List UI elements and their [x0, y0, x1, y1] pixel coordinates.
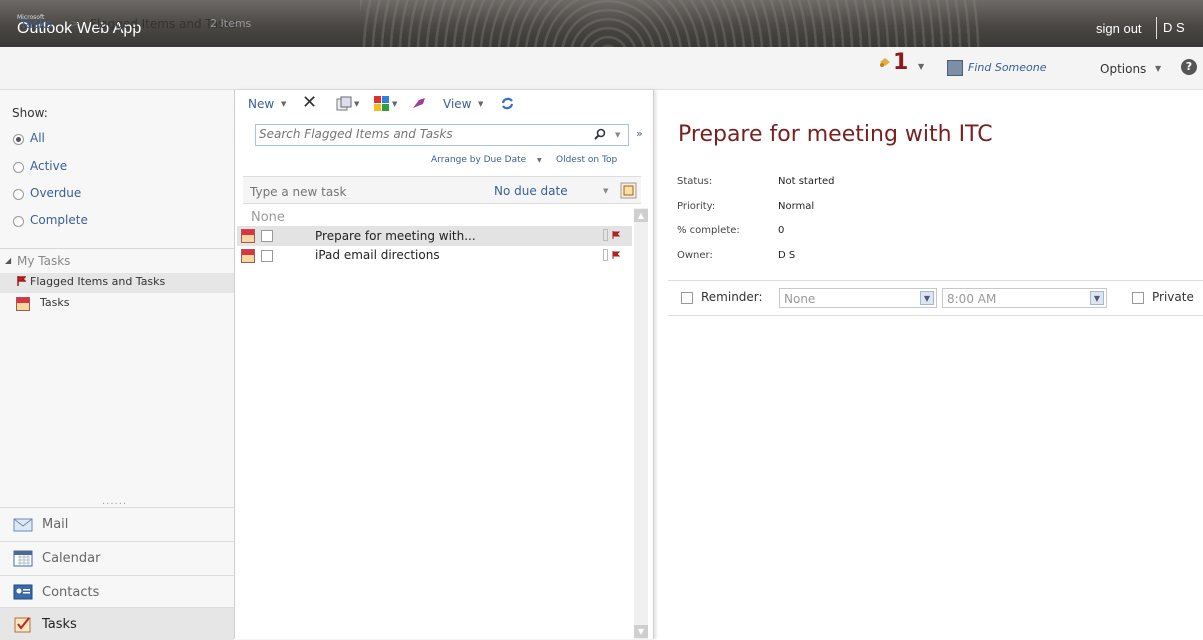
sign-out-link[interactable]: sign out	[1096, 21, 1142, 36]
move-dropdown-icon[interactable]: ▼	[354, 100, 359, 108]
task-title[interactable]: iPad email directions	[315, 248, 440, 262]
user-name[interactable]: D S	[1156, 17, 1185, 39]
owner-label: Owner:	[677, 250, 713, 261]
breadcrumb-separator: >	[70, 17, 80, 30]
resize-grip[interactable]: ......	[102, 496, 127, 507]
priority-value: Normal	[778, 201, 815, 212]
view-menu[interactable]: View	[443, 97, 471, 111]
reminder-date-select[interactable]: None	[779, 288, 937, 308]
percent-complete-value: 0	[778, 225, 785, 236]
nav-calendar-label: Calendar	[42, 551, 101, 566]
flag-icon	[17, 276, 26, 286]
flag-icon[interactable]	[612, 231, 620, 239]
list-scrollbar[interactable]	[634, 208, 648, 639]
refresh-icon[interactable]	[500, 96, 515, 111]
help-icon[interactable]: ?	[1181, 59, 1197, 75]
nav-mail-label: Mail	[42, 517, 69, 532]
task-category-marker[interactable]	[603, 229, 608, 241]
nav-calendar-button[interactable]: Calendar	[0, 541, 234, 575]
filter-all-label[interactable]: All	[30, 131, 45, 145]
filter-overdue-label[interactable]: Overdue	[30, 186, 81, 200]
address-book-icon[interactable]	[947, 60, 963, 76]
filter-active-radio[interactable]	[13, 162, 24, 173]
scroll-down-icon[interactable]: ▼	[634, 625, 648, 638]
filter-complete-label[interactable]: Complete	[30, 213, 88, 227]
categories-dropdown-icon[interactable]: ▼	[392, 100, 397, 108]
mark-complete-icon[interactable]	[411, 96, 427, 112]
options-dropdown-icon[interactable]: ▼	[1155, 64, 1161, 73]
due-date-dropdown-icon[interactable]: ▼	[603, 187, 608, 195]
reminder-label: Reminder:	[701, 290, 763, 304]
item-count: 2 Items	[210, 17, 252, 30]
private-label: Private	[1152, 290, 1194, 304]
reminder-date-dropdown-icon[interactable]: ▼	[920, 291, 934, 305]
task-list-pane	[235, 90, 654, 639]
new-task-input[interactable]	[250, 185, 470, 199]
task-item-icon	[241, 229, 255, 243]
my-tasks-header[interactable]: My Tasks	[17, 254, 70, 268]
collapse-triangle-icon[interactable]: ◢	[5, 256, 11, 265]
priority-label: Priority:	[677, 201, 716, 212]
reminder-checkbox[interactable]	[681, 292, 693, 304]
arrange-by-menu[interactable]: Arrange by Due Date	[431, 155, 526, 165]
status-label: Status:	[677, 176, 713, 187]
reminder-bell-icon[interactable]	[878, 56, 892, 68]
sort-order-toggle[interactable]: Oldest on Top	[556, 155, 617, 165]
task-folder-icon	[16, 297, 30, 311]
group-header: None	[251, 210, 285, 225]
find-someone-link[interactable]: Find Someone	[968, 61, 1047, 74]
owner-value: D S	[778, 250, 796, 261]
nav-tasks-label: Tasks	[42, 617, 77, 632]
new-dropdown-icon[interactable]: ▼	[281, 100, 286, 108]
header-decoration	[360, 0, 980, 47]
search-options-icon[interactable]: ▼	[615, 131, 620, 139]
reminder-time-dropdown-icon[interactable]: ▼	[1090, 291, 1104, 305]
show-label: Show:	[12, 106, 48, 120]
task-complete-checkbox[interactable]	[261, 250, 273, 262]
nav-contacts-label: Contacts	[42, 585, 100, 600]
contacts-icon	[13, 584, 33, 600]
delete-icon[interactable]: ✕	[302, 92, 317, 113]
calendar-icon	[13, 550, 33, 567]
folder-flagged-label[interactable]: Flagged Items and Tasks	[30, 275, 165, 288]
search-input[interactable]	[259, 127, 559, 141]
due-date-label[interactable]: No due date	[494, 184, 568, 198]
filter-complete-radio[interactable]	[13, 216, 24, 227]
add-task-icon[interactable]	[620, 182, 637, 199]
task-title[interactable]: Prepare for meeting with...	[315, 229, 476, 243]
new-button[interactable]: New	[248, 97, 274, 111]
options-menu[interactable]: Options	[1100, 62, 1146, 76]
mail-icon	[13, 518, 33, 532]
breadcrumb-tasks-link[interactable]: Tasks	[20, 17, 52, 31]
percent-complete-label: % complete:	[677, 225, 740, 236]
task-complete-checkbox[interactable]	[261, 230, 273, 242]
arrange-dropdown-icon[interactable]: ▼	[537, 157, 542, 164]
filter-active-label[interactable]: Active	[30, 159, 67, 173]
nav-mail-button[interactable]: Mail	[0, 507, 234, 541]
move-icon[interactable]	[336, 96, 352, 112]
folder-tasks-label[interactable]: Tasks	[40, 296, 69, 309]
filter-overdue-radio[interactable]	[13, 189, 24, 200]
reminder-time-select[interactable]: 8:00 AM	[942, 288, 1107, 308]
search-icon[interactable]	[594, 128, 606, 140]
task-category-marker[interactable]	[603, 249, 608, 261]
scroll-up-icon[interactable]: ▲	[634, 209, 648, 222]
status-value: Not started	[778, 176, 835, 187]
flag-icon[interactable]	[612, 251, 620, 259]
task-subject: Prepare for meeting with ITC	[678, 122, 993, 147]
tasks-icon	[14, 617, 31, 633]
nav-tasks-button[interactable]: Tasks	[0, 607, 234, 640]
view-dropdown-icon[interactable]: ▼	[478, 100, 483, 108]
private-checkbox[interactable]	[1132, 292, 1144, 304]
categories-icon[interactable]	[374, 96, 390, 112]
nav-contacts-button[interactable]: Contacts	[0, 575, 234, 609]
nav-divider	[0, 248, 234, 249]
expand-search-icon[interactable]: »	[636, 127, 643, 140]
reminder-count[interactable]: 1	[893, 50, 908, 75]
task-item-icon	[241, 249, 255, 263]
reminder-dropdown-icon[interactable]: ▼	[918, 62, 924, 71]
filter-all-radio[interactable]	[13, 134, 24, 145]
